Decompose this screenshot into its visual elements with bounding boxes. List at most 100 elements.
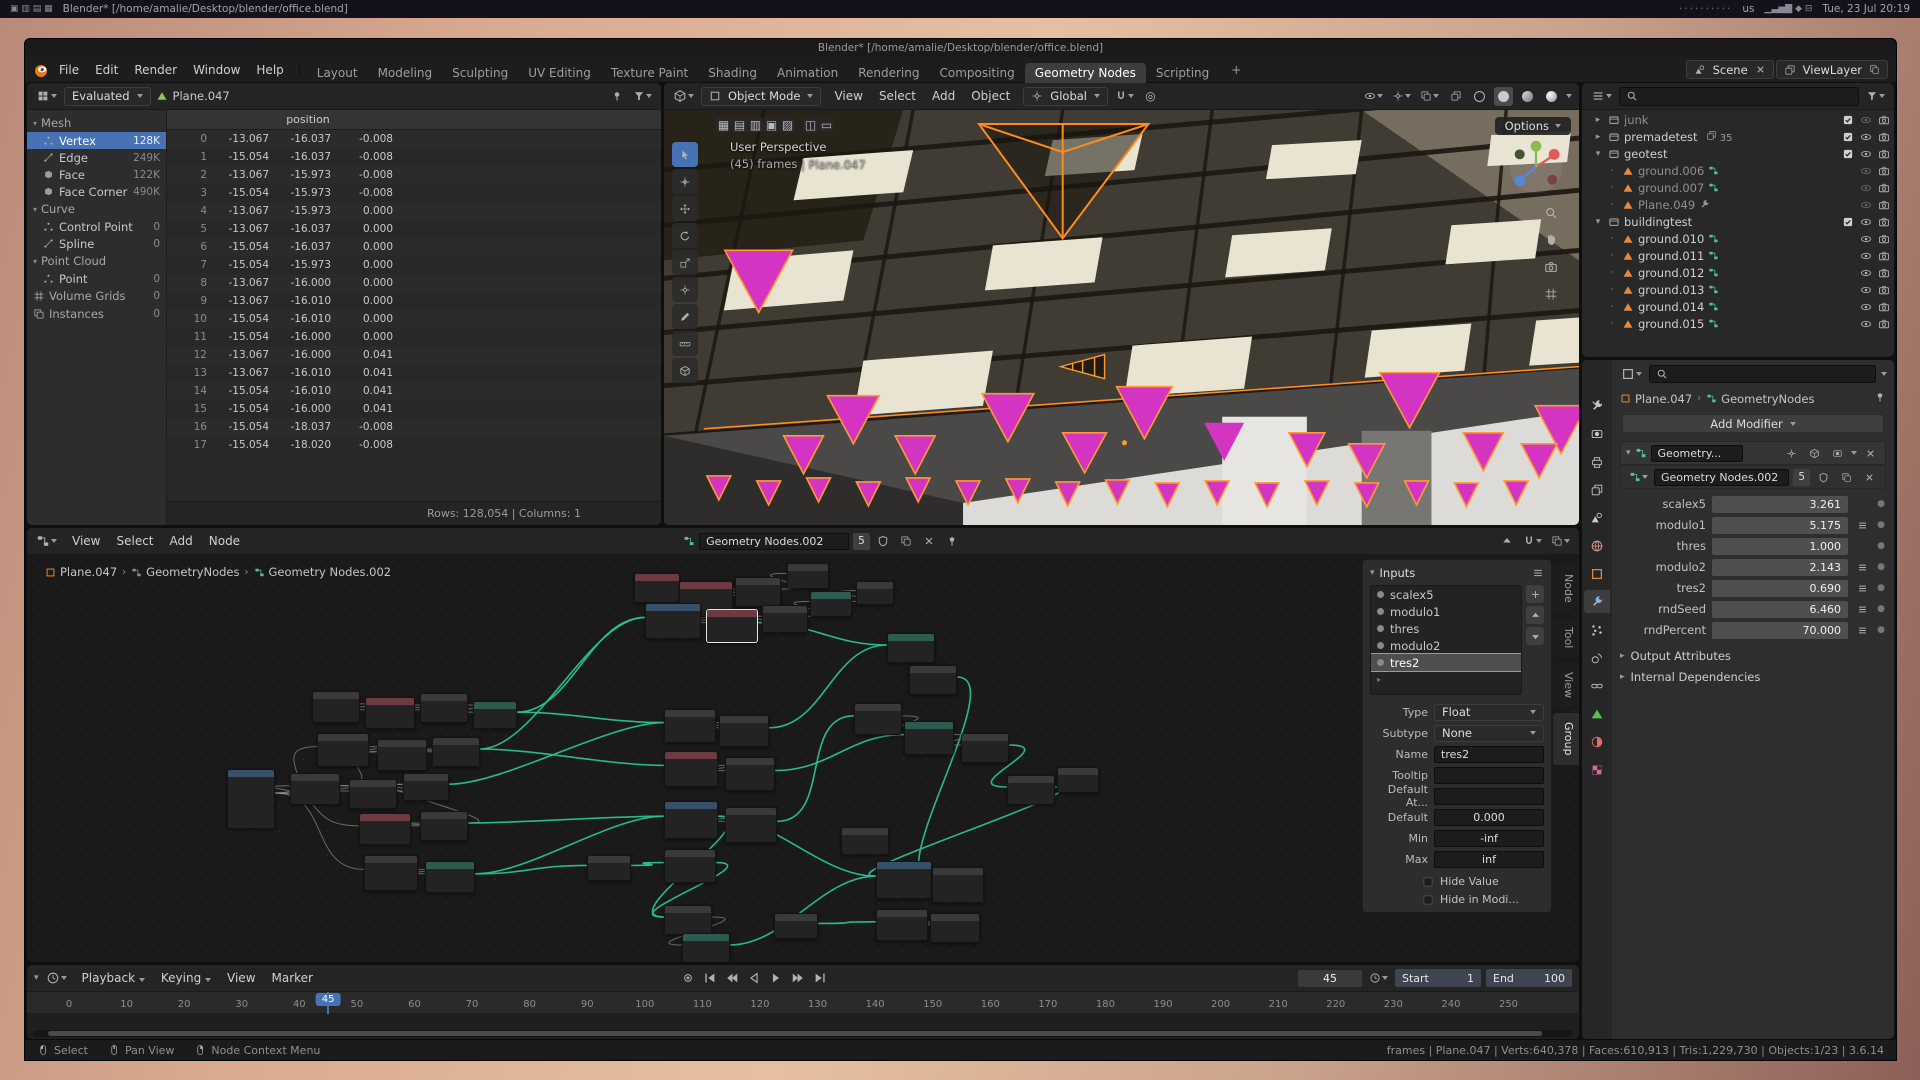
graph-node[interactable] (887, 633, 935, 663)
group-input-extra[interactable]: ▸ (1371, 671, 1521, 688)
domain-control-point[interactable]: Control Point0 (27, 218, 166, 235)
min-field[interactable]: -inf (1434, 830, 1544, 847)
properties-tab-output[interactable] (1584, 450, 1610, 473)
menu-keying[interactable]: Keying (153, 969, 219, 987)
outliner-item-ground.006[interactable]: ·ground.006 (1582, 162, 1894, 179)
group-input-modulo1[interactable]: modulo1 (1371, 603, 1521, 620)
properties-tab-world[interactable] (1584, 534, 1610, 557)
graph-node[interactable] (664, 751, 718, 787)
hide-eye-icon[interactable] (1860, 114, 1872, 126)
tooltip-field[interactable] (1434, 767, 1544, 784)
disable-render-icon[interactable] (1878, 284, 1890, 296)
new-copy-icon[interactable] (897, 532, 916, 551)
animate-dot-icon[interactable]: ● (1876, 499, 1886, 509)
graph-node[interactable] (587, 855, 631, 881)
thres-value-field[interactable]: 1.000 (1712, 538, 1848, 555)
jump-to-end-button[interactable] (811, 969, 830, 988)
group-input-thres[interactable]: thres (1371, 620, 1521, 637)
shading-dropdown-icon[interactable] (1566, 94, 1572, 98)
node-graph-canvas[interactable]: Plane.047›GeometryNodes›Geometry Nodes.0… (27, 555, 1579, 962)
table-row[interactable]: 8-13.067-16.0000.000 (167, 274, 661, 292)
graph-node[interactable] (841, 827, 889, 855)
snap-magnet-icon[interactable] (1521, 532, 1544, 551)
menu-edit[interactable]: Edit (87, 61, 126, 79)
proportional-editing-icon[interactable]: ◎ (1141, 87, 1160, 106)
graph-node[interactable] (854, 703, 902, 735)
menu-help[interactable]: Help (248, 61, 291, 79)
tool-add-cube[interactable] (672, 358, 698, 383)
hide-eye-icon[interactable] (1860, 284, 1872, 296)
outliner-search-input[interactable] (1619, 87, 1859, 106)
properties-tab-scene[interactable] (1584, 506, 1610, 529)
modifier-panel-header[interactable]: ▾ Geometry... (1620, 441, 1886, 465)
node-group-name-field[interactable]: Geometry Nodes.002 (1654, 469, 1789, 486)
table-row[interactable]: 17-15.054-18.020-0.008 (167, 436, 661, 454)
node-group-name-field[interactable]: Geometry Nodes.002 (699, 533, 849, 550)
workspace-tab-uv-editing[interactable]: UV Editing (518, 63, 601, 83)
input-attribute-toggle-icon[interactable] (1857, 625, 1868, 636)
group-input-scalex5[interactable]: scalex5 (1371, 586, 1521, 603)
exclude-checkbox[interactable] (1842, 131, 1854, 143)
spreadsheet-group-instances[interactable]: Instances0 (27, 305, 166, 323)
inputs-panel-title[interactable]: Inputs (1380, 566, 1416, 580)
menu-object[interactable]: Object (963, 87, 1018, 105)
workspace-tab-scripting[interactable]: Scripting (1146, 63, 1219, 83)
table-row[interactable]: 7-15.054-15.9730.000 (167, 256, 661, 274)
outliner-item-ground.014[interactable]: ·ground.014 (1582, 298, 1894, 315)
evaluation-mode-dropdown[interactable]: Evaluated (64, 87, 151, 106)
editor-type-button[interactable] (671, 87, 696, 106)
disable-render-icon[interactable] (1878, 301, 1890, 313)
xray-toggle-icon[interactable] (1446, 87, 1465, 106)
graph-node[interactable] (904, 721, 954, 755)
subtype-dropdown[interactable]: None (1434, 725, 1544, 742)
fake-user-shield-icon[interactable] (1814, 468, 1833, 487)
default-field[interactable]: 0.000 (1434, 809, 1544, 826)
spreadsheet-group-volume-grids[interactable]: Volume Grids0 (27, 287, 166, 305)
modifier-close-icon[interactable] (1861, 444, 1880, 463)
spreadsheet-group-mesh[interactable]: ▾Mesh (27, 114, 166, 132)
graph-node[interactable] (664, 905, 712, 935)
graph-node[interactable] (364, 855, 418, 891)
animate-dot-icon[interactable]: ● (1876, 562, 1886, 572)
editor-type-button[interactable] (44, 969, 69, 988)
menu-select[interactable]: Select (108, 532, 161, 550)
hide-eye-icon[interactable] (1860, 301, 1872, 313)
graph-node[interactable] (930, 913, 980, 943)
name-field[interactable]: tres2 (1434, 746, 1544, 763)
outliner-item-junk[interactable]: ▸junk (1582, 111, 1894, 128)
toggle-icon[interactable]: ▦ (716, 117, 731, 132)
graph-node[interactable] (719, 715, 769, 747)
tool-cursor[interactable] (672, 169, 698, 194)
graph-node[interactable] (290, 773, 340, 805)
disable-render-icon[interactable] (1878, 199, 1890, 211)
properties-tab-modifiers[interactable] (1584, 590, 1610, 613)
outliner-item-geotest[interactable]: ▾geotest (1582, 145, 1894, 162)
table-row[interactable]: 16-15.054-18.037-0.008 (167, 418, 661, 436)
disable-render-icon[interactable] (1878, 267, 1890, 279)
tool-annotate[interactable] (672, 304, 698, 329)
graph-node[interactable] (432, 737, 480, 767)
animate-dot-icon[interactable]: ● (1876, 541, 1886, 551)
unlink-icon[interactable] (1860, 468, 1879, 487)
timeline-scrollbar[interactable] (33, 1030, 1573, 1037)
graph-node[interactable] (377, 739, 427, 771)
workspace-tab-animation[interactable]: Animation (767, 63, 848, 83)
outliner-item-buildingtest[interactable]: ▾buildingtest (1582, 213, 1894, 230)
spreadsheet-group-point-cloud[interactable]: ▾Point Cloud (27, 252, 166, 270)
table-row[interactable]: 14-15.054-16.0100.041 (167, 382, 661, 400)
timeline-track-area[interactable] (27, 1014, 1579, 1039)
pin-icon[interactable] (607, 87, 626, 106)
blender-logo-icon[interactable] (33, 62, 49, 78)
hide-eye-icon[interactable] (1860, 199, 1872, 211)
editor-type-button[interactable] (34, 532, 59, 551)
workspace-tab-texture-paint[interactable]: Texture Paint (601, 63, 698, 83)
playback-sync-icon[interactable] (1367, 969, 1390, 988)
graph-node[interactable] (682, 933, 730, 962)
pin-icon[interactable] (943, 532, 962, 551)
modulo1-value-field[interactable]: 5.175 (1712, 517, 1848, 534)
toggle-icon[interactable]: ◫ (803, 117, 818, 132)
scene-selector[interactable]: Scene (1686, 60, 1774, 79)
input-attribute-toggle-icon[interactable] (1857, 520, 1868, 531)
modifier-name-field[interactable]: Geometry... (1651, 445, 1743, 462)
animate-dot-icon[interactable]: ● (1876, 604, 1886, 614)
